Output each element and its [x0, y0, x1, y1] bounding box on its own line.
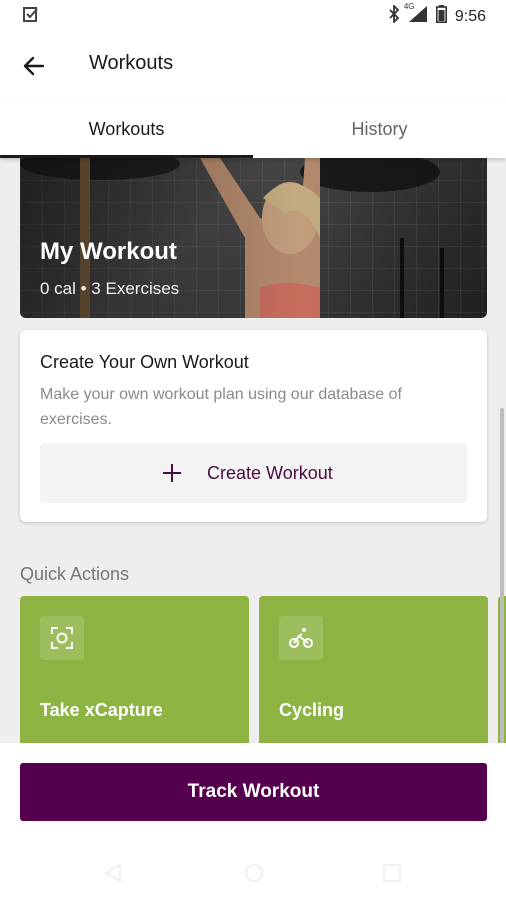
tab-history[interactable]: History: [253, 98, 506, 158]
create-workout-button-label: Create Workout: [207, 463, 333, 483]
nav-recent-apps-icon[interactable]: [383, 864, 401, 887]
quick-action-take-xcapture[interactable]: Take xCapture: [20, 596, 249, 743]
checkbox-app-icon: [22, 6, 40, 29]
bottom-bar: Track Workout: [0, 743, 506, 900]
system-navigation-bar: [0, 853, 506, 893]
network-label: 4G: [403, 2, 415, 11]
my-workout-card[interactable]: My Workout 0 cal • 3 Exercises: [20, 158, 487, 318]
page-title: Workouts: [89, 52, 174, 74]
battery-icon: [435, 5, 447, 28]
quick-action-cycling[interactable]: Cycling: [259, 596, 488, 743]
tab-indicator: [0, 155, 253, 158]
create-workout-card: Create Your Own Workout Make your own wo…: [20, 330, 487, 522]
nav-home-icon[interactable]: [244, 863, 264, 888]
workout-title: My Workout: [40, 238, 177, 265]
create-workout-title: Create Your Own Workout: [40, 352, 249, 372]
status-bar: 4G 9:56: [0, 0, 506, 32]
arrow-left-icon[interactable]: [20, 52, 48, 80]
app-bar: Workouts: [0, 32, 506, 98]
workout-summary: 0 cal • 3 Exercises: [40, 279, 180, 298]
bicycle-icon: [279, 616, 323, 660]
signal-icon: 4G: [404, 2, 428, 28]
quick-action-label: Cycling: [279, 700, 345, 720]
create-workout-button[interactable]: Create Workout: [40, 443, 467, 503]
bluetooth-icon: [388, 3, 400, 28]
nav-back-icon[interactable]: [103, 863, 122, 888]
main-content: My Workout 0 cal • 3 Exercises Create Yo…: [0, 158, 506, 743]
scrollbar[interactable]: [500, 408, 504, 743]
plus-icon: [160, 461, 184, 485]
quick-actions-heading: Quick Actions: [20, 564, 130, 584]
create-workout-description: Make your own workout plan using our dat…: [40, 386, 402, 428]
track-workout-button[interactable]: Track Workout: [20, 763, 487, 821]
tab-bar: Workouts History: [0, 98, 506, 158]
tab-workouts[interactable]: Workouts: [0, 98, 253, 158]
status-time: 9:56: [454, 7, 486, 25]
quick-action-label: Take xCapture: [40, 700, 163, 720]
capture-icon: [40, 616, 84, 660]
